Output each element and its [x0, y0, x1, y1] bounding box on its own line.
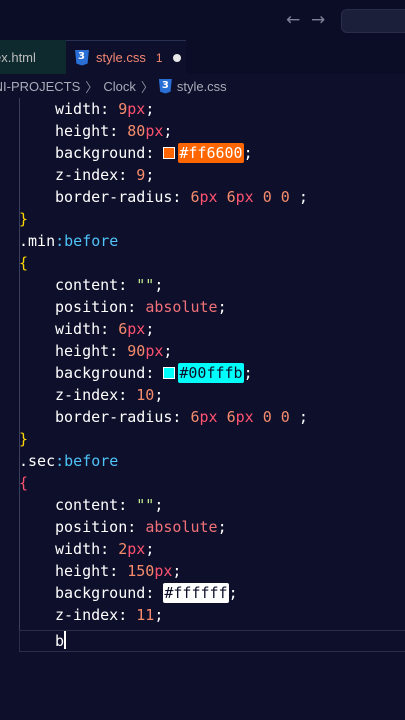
arrow-right-icon[interactable]: →	[311, 10, 325, 30]
code-line: background: #ff6600;	[55, 143, 253, 163]
text-cursor	[64, 631, 67, 649]
code-line: height: 150px;	[55, 562, 182, 580]
css-file-icon	[158, 78, 172, 94]
code-line: border-radius: 6px 6px 0 0 ;	[55, 408, 308, 426]
color-swatch-icon[interactable]	[163, 147, 176, 159]
tab-label: style.css	[96, 50, 146, 65]
color-swatch-icon[interactable]	[163, 367, 176, 379]
indent-guide	[19, 98, 20, 650]
tab-label: ex.html	[0, 49, 36, 65]
code-line: z-index: 10;	[55, 386, 164, 404]
tab-style-css[interactable]: style.css 1	[66, 40, 186, 74]
code-line: position: absolute;	[55, 298, 227, 316]
code-line: }	[19, 430, 29, 448]
code-line: {	[19, 254, 29, 272]
code-line: height: 80px;	[55, 122, 173, 140]
breadcrumb-folder[interactable]: Clock	[103, 79, 136, 94]
code-line: position: absolute;	[55, 518, 227, 536]
tab-index-html[interactable]: ex.html	[0, 40, 66, 74]
chevron-right-icon: 〉	[85, 79, 99, 95]
title-bar: ← →	[0, 0, 405, 40]
code-line: background: #00fffb;	[55, 363, 253, 383]
code-line: z-index: 11;	[55, 606, 164, 624]
code-line: z-index: 9;	[55, 166, 155, 184]
problems-count-badge: 1	[155, 50, 163, 65]
code-line: {	[19, 474, 29, 492]
code-line: width: 6px;	[55, 320, 155, 338]
code-line-current[interactable]: b	[55, 630, 67, 652]
hex-color-value: #ffffff	[163, 583, 229, 603]
code-editor[interactable]: width: 9px; height: 80px; background: #f…	[0, 98, 405, 720]
arrow-left-icon[interactable]: ←	[286, 10, 300, 30]
current-line-highlight	[19, 630, 405, 652]
code-line: background: #ffffff;	[55, 583, 238, 603]
hex-color-value: #00fffb	[178, 363, 244, 383]
code-line: .sec:before	[19, 452, 119, 470]
code-line: }	[19, 210, 29, 228]
code-line: content: "";	[55, 276, 164, 294]
unsaved-dot-icon[interactable]	[172, 53, 181, 62]
code-line: height: 90px;	[55, 342, 173, 360]
code-line: width: 9px;	[55, 100, 155, 118]
code-line: content: "";	[55, 496, 164, 514]
code-line: width: 2px;	[55, 540, 155, 558]
breadcrumb-folder[interactable]: INI-PROJECTS	[0, 79, 80, 94]
command-center-search[interactable]	[341, 9, 405, 33]
code-line: .min:before	[19, 232, 119, 250]
breadcrumb: INI-PROJECTS 〉 Clock 〉 style.css	[0, 74, 405, 98]
tab-bar: ex.html style.css 1	[0, 40, 405, 74]
breadcrumb-file[interactable]: style.css	[177, 79, 227, 94]
css-file-icon	[75, 49, 89, 66]
chevron-right-icon: 〉	[140, 79, 154, 95]
code-line: border-radius: 6px 6px 0 0 ;	[55, 188, 308, 206]
hex-color-value: #ff6600	[178, 143, 244, 163]
